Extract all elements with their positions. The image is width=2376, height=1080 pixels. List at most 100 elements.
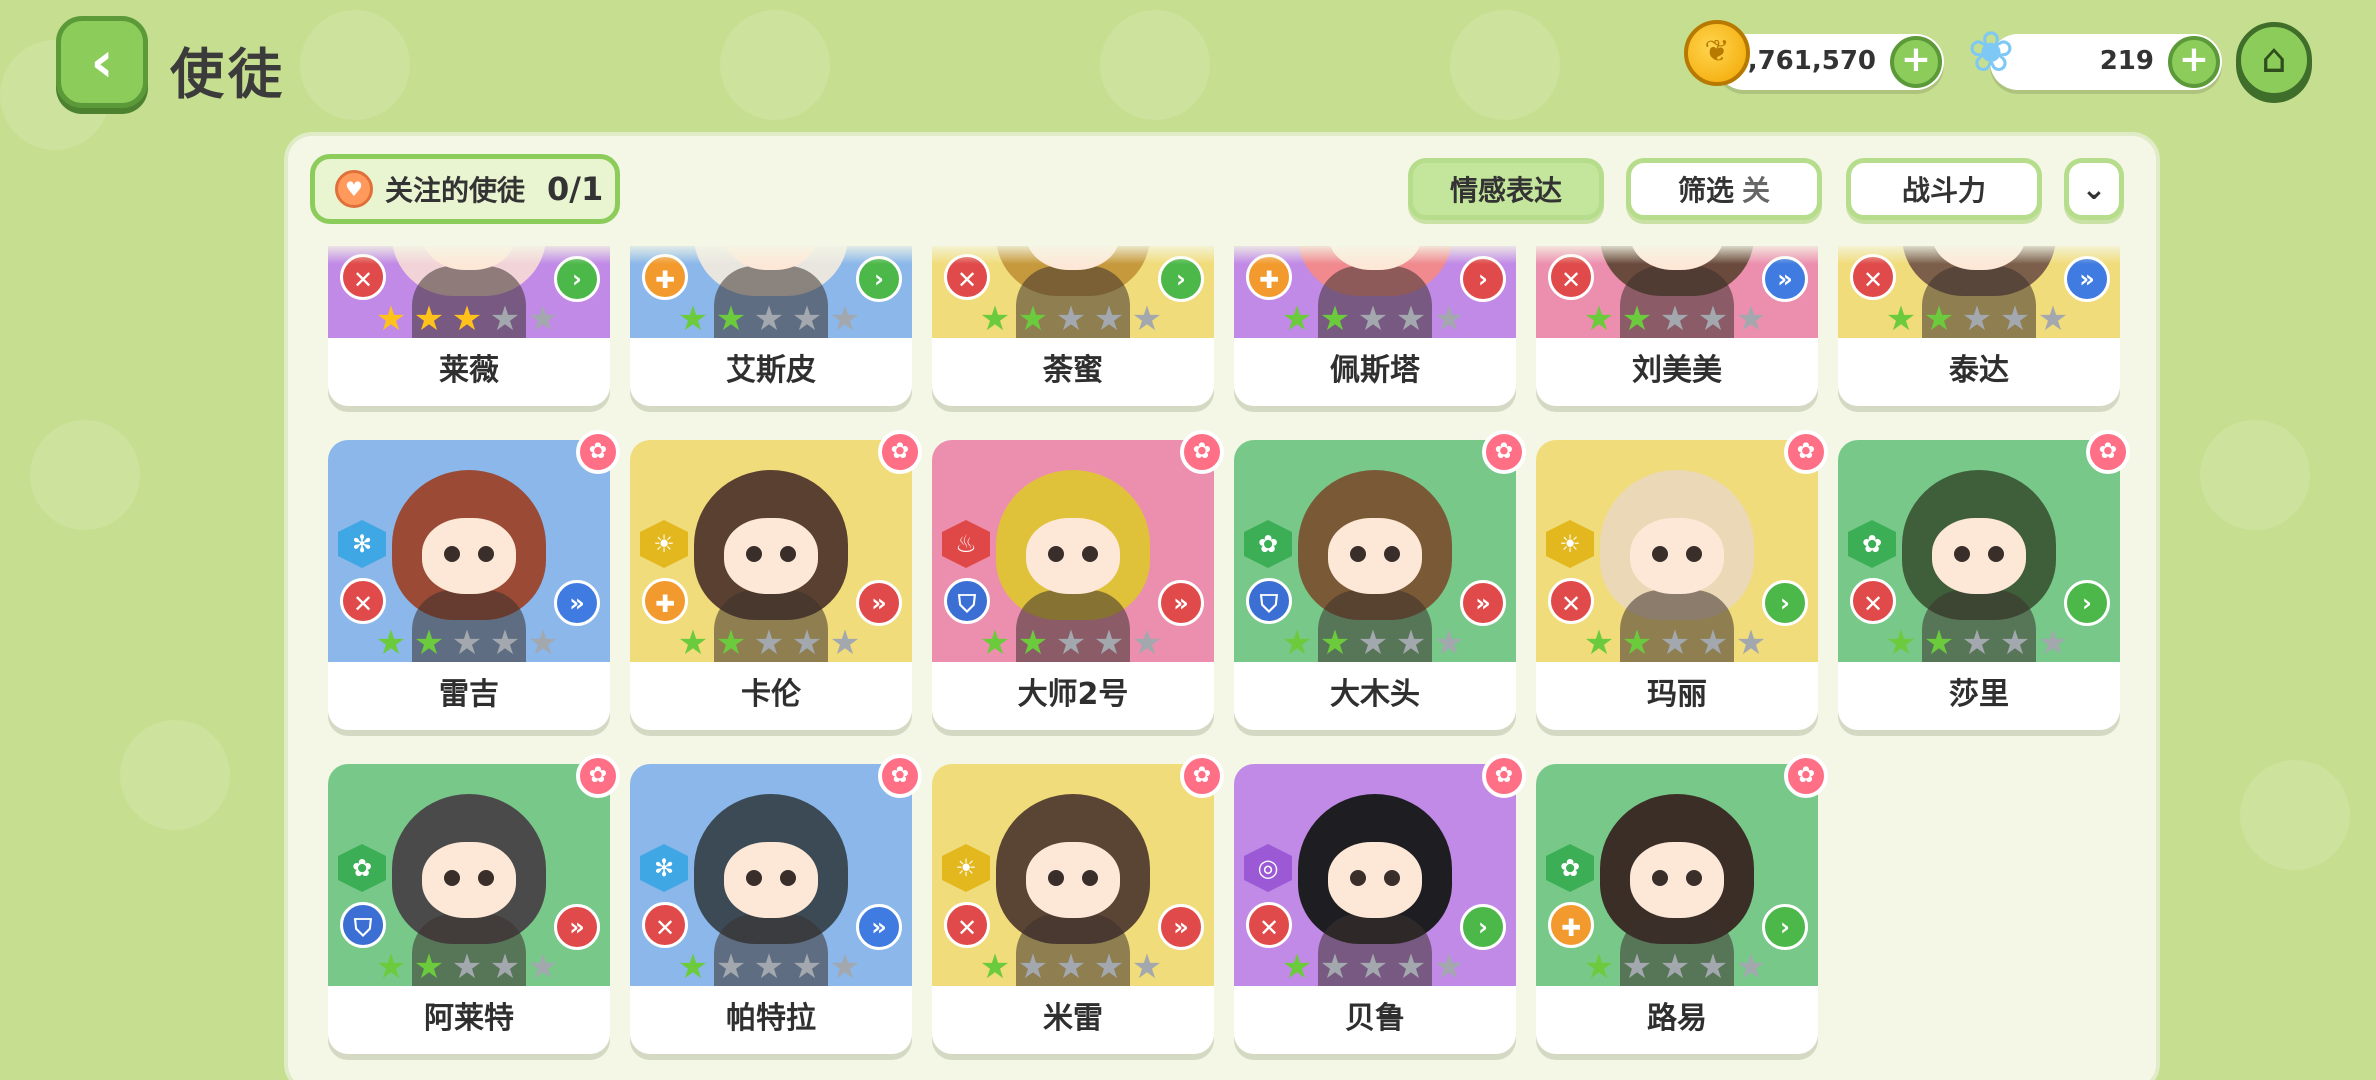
flower-badge-icon: ✿ bbox=[1180, 754, 1224, 798]
star-icon: ★ bbox=[1735, 623, 1767, 662]
servant-name: 阿莱特 bbox=[424, 1001, 514, 1036]
double-arrow-icon: » bbox=[1460, 580, 1506, 626]
star-icon: ★ bbox=[1923, 623, 1955, 662]
arrow-icon: › bbox=[1762, 904, 1808, 950]
servant-name: 莎里 bbox=[1949, 677, 2009, 712]
servant-grid[interactable]: ◎✕›★★★★★莱薇✻✚›★★★★★艾斯皮☀✕›★★★★★荼蜜◎✚›★★★★★佩… bbox=[288, 246, 2156, 1080]
star-icon: ★ bbox=[2037, 299, 2069, 338]
servant-name: 荼蜜 bbox=[1043, 353, 1103, 388]
emotion-button[interactable]: 情感表达 bbox=[1408, 158, 1604, 220]
servant-card[interactable]: ✻✚›★★★★★艾斯皮 bbox=[630, 246, 912, 406]
servant-card[interactable]: ☀✕»★★★★★泰达 bbox=[1838, 246, 2120, 406]
star-rating: ★ ★ ★ ★ ★ bbox=[1280, 950, 1466, 986]
home-icon: ⌂ bbox=[2261, 36, 2287, 82]
star-rating: ★ ★ ★ ★ ★ bbox=[1582, 302, 1768, 338]
servant-card[interactable]: ✻ ✕» ★ ★ ★ ★ ★ 雷吉 ✿ bbox=[328, 430, 620, 730]
servant-card[interactable]: ✿ ⛉» ★ ★ ★ ★ ★ 阿莱特 ✿ bbox=[328, 754, 620, 1054]
add-gems-button[interactable]: + bbox=[2168, 36, 2220, 88]
star-icon: ★ bbox=[1131, 299, 1163, 338]
double-arrow-icon: » bbox=[856, 904, 902, 950]
star-icon: ★ bbox=[1281, 299, 1313, 338]
star-icon: ★ bbox=[1093, 299, 1125, 338]
star-rating: ★ ★ ★ ★ ★ bbox=[1582, 626, 1768, 662]
sort-power-button[interactable]: 战斗力 bbox=[1846, 158, 2042, 220]
flower-badge-icon: ✿ bbox=[576, 754, 620, 798]
star-rating: ★ ★ ★ ★ ★ bbox=[1884, 302, 2070, 338]
servant-card[interactable]: ✿ ⛉» ★ ★ ★ ★ ★ 大木头 ✿ bbox=[1234, 430, 1526, 730]
filter-button[interactable]: 筛选 关 bbox=[1626, 158, 1822, 220]
servant-card[interactable]: ☀✕›★★★★★荼蜜 bbox=[932, 246, 1214, 406]
star-icon: ★ bbox=[1999, 299, 2031, 338]
sort-power-label: 战斗力 bbox=[1901, 174, 1986, 207]
star-icon: ★ bbox=[1433, 947, 1465, 986]
star-icon: ★ bbox=[1093, 623, 1125, 662]
star-rating: ★ ★ ★ ★ ★ bbox=[676, 950, 862, 986]
star-icon: ★ bbox=[451, 947, 483, 986]
star-icon: ★ bbox=[715, 623, 747, 662]
leaf-element-icon: ✿ bbox=[1244, 520, 1292, 568]
servant-card[interactable]: ☀ ✚» ★ ★ ★ ★ ★ 卡伦 ✿ bbox=[630, 430, 922, 730]
star-rating: ★ ★ ★ ★ ★ bbox=[1582, 950, 1768, 986]
star-icon: ★ bbox=[489, 299, 521, 338]
servant-card[interactable]: ◎✕›★★★★★莱薇 bbox=[328, 246, 610, 406]
star-icon: ★ bbox=[829, 623, 861, 662]
double-arrow-icon: » bbox=[554, 904, 600, 950]
coin-amount: 6,761,570 bbox=[1729, 46, 1876, 76]
star-icon: ★ bbox=[1357, 947, 1389, 986]
gem-amount: 219 bbox=[2099, 46, 2154, 76]
servant-card[interactable]: ✻ ✕» ★ ★ ★ ★ ★ 帕特拉 ✿ bbox=[630, 754, 922, 1054]
sort-order-button[interactable]: ⌄ bbox=[2064, 158, 2124, 220]
star-icon: ★ bbox=[1395, 299, 1427, 338]
star-icon: ★ bbox=[1433, 299, 1465, 338]
filter-label: 筛选 bbox=[1677, 174, 1734, 207]
star-icon: ★ bbox=[1395, 623, 1427, 662]
servant-portrait: ✻ ✕» ★ ★ ★ ★ ★ bbox=[328, 440, 610, 662]
star-icon: ★ bbox=[1433, 623, 1465, 662]
add-coins-button[interactable]: + bbox=[1890, 36, 1942, 88]
vortex-element-icon: ◎ bbox=[1244, 844, 1292, 892]
star-icon: ★ bbox=[1999, 623, 2031, 662]
arrow-icon: › bbox=[2064, 580, 2110, 626]
star-icon: ★ bbox=[1093, 947, 1125, 986]
coin-icon: ❦ bbox=[1684, 20, 1750, 86]
star-icon: ★ bbox=[1621, 947, 1653, 986]
star-icon: ★ bbox=[1735, 947, 1767, 986]
star-icon: ★ bbox=[1923, 299, 1955, 338]
attack-icon: ✕ bbox=[642, 902, 688, 948]
servant-card[interactable]: ☀ ✕ › ★ ★ ★ ★ ★ 玛丽 ✿ bbox=[1536, 430, 1828, 730]
servant-card[interactable]: ♨✕»★★★★★刘美美 bbox=[1536, 246, 1818, 406]
double-arrow-icon: » bbox=[856, 580, 902, 626]
attack-icon: ✕ bbox=[1246, 902, 1292, 948]
servant-card[interactable]: ☀ ✕» ★ ★ ★ ★ ★ 米雷 ✿ bbox=[932, 754, 1224, 1054]
servant-card[interactable]: ♨ ⛉» ★ ★ ★ ★ ★ 大师2号 ✿ bbox=[932, 430, 1224, 730]
snow-element-icon: ✻ bbox=[338, 520, 386, 568]
scroll-fade bbox=[288, 242, 2156, 264]
star-icon: ★ bbox=[489, 623, 521, 662]
servant-card[interactable]: ◎✚›★★★★★佩斯塔 bbox=[1234, 246, 1516, 406]
star-icon: ★ bbox=[753, 947, 785, 986]
servant-card[interactable]: ◎ ✕ › ★ ★ ★ ★ ★ 贝鲁 ✿ bbox=[1234, 754, 1526, 1054]
star-icon: ★ bbox=[1017, 623, 1049, 662]
servant-card[interactable]: ✿ ✚ › ★ ★ ★ ★ ★ 路易 ✿ bbox=[1536, 754, 1828, 1054]
emotion-label: 情感表达 bbox=[1449, 174, 1562, 207]
servant-name: 米雷 bbox=[1043, 1001, 1103, 1036]
home-button[interactable]: ⌂ bbox=[2236, 22, 2312, 98]
star-icon: ★ bbox=[753, 623, 785, 662]
followed-servants-toggle[interactable]: ♥ 关注的使徒 0/1 bbox=[310, 154, 620, 224]
arrow-icon: › bbox=[1762, 580, 1808, 626]
back-button[interactable]: ‹ bbox=[56, 16, 148, 108]
star-icon: ★ bbox=[451, 623, 483, 662]
servant-name: 莱薇 bbox=[439, 353, 499, 388]
star-icon: ★ bbox=[829, 299, 861, 338]
servant-card[interactable]: ✿ ✕ › ★ ★ ★ ★ ★ 莎里 ✿ bbox=[1838, 430, 2130, 730]
star-icon: ★ bbox=[829, 947, 861, 986]
star-icon: ★ bbox=[1961, 299, 1993, 338]
star-icon: ★ bbox=[1697, 947, 1729, 986]
servant-portrait: ☀✕»★★★★★ bbox=[932, 764, 1214, 986]
star-icon: ★ bbox=[375, 299, 407, 338]
followed-label: 关注的使徒 bbox=[385, 174, 526, 207]
attack-icon: ✕ bbox=[1850, 578, 1896, 624]
star-rating: ★ ★ ★ ★ ★ bbox=[1280, 626, 1466, 662]
star-icon: ★ bbox=[1357, 623, 1389, 662]
star-rating: ★ ★ ★ ★ ★ bbox=[374, 302, 560, 338]
